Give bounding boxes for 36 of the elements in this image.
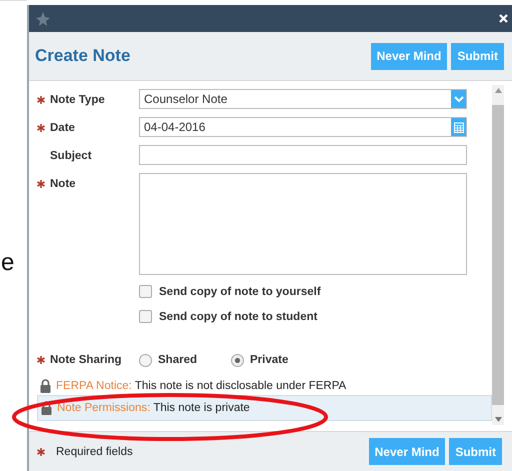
background-text: e [1, 249, 16, 277]
radio-label: Shared [158, 354, 197, 366]
dropdown[interactable]: Counselor Note [139, 89, 467, 109]
field-label: Note Type [50, 94, 105, 106]
scroll-up-icon[interactable] [494, 88, 502, 93]
scrollbar[interactable] [492, 85, 504, 425]
cancel-button[interactable]: Never Mind [370, 42, 448, 70]
submit-button[interactable]: Submit [449, 438, 502, 465]
required-note: Required fields [56, 446, 134, 458]
field-label: Date [50, 122, 75, 134]
date-field[interactable]: 04-04-2016 [139, 117, 467, 137]
radio-button[interactable] [139, 354, 152, 366]
field-label: Note Sharing [50, 354, 122, 366]
checkbox[interactable] [139, 285, 152, 298]
dialog-title: Create Note [35, 46, 132, 66]
text-area[interactable] [139, 173, 467, 275]
lock-icon [40, 379, 51, 393]
close-icon[interactable] [499, 14, 508, 23]
star-icon [35, 10, 51, 26]
lock-icon [41, 401, 52, 415]
scroll-down-icon[interactable] [494, 417, 502, 422]
checkbox-label: Send copy of note to student [159, 310, 318, 322]
field-label: Subject [50, 150, 92, 162]
submit-button[interactable]: Submit [451, 42, 504, 70]
radio-label: Private [250, 354, 288, 366]
field-label: Note [50, 178, 76, 190]
cancel-button[interactable]: Never Mind [368, 438, 446, 465]
chevron-down-icon [454, 96, 464, 102]
checkbox[interactable] [139, 310, 152, 323]
input-field[interactable] [139, 145, 467, 165]
required-icon [37, 448, 45, 456]
checkbox-label: Send copy of note to yourself [159, 286, 321, 298]
notice-text: FERPA Notice: This note is not disclosable under FERPA [56, 380, 346, 392]
radio-button[interactable] [231, 354, 244, 366]
notice-text: Note Permissions: This note is private [57, 402, 250, 414]
calendar-icon[interactable] [454, 122, 464, 132]
